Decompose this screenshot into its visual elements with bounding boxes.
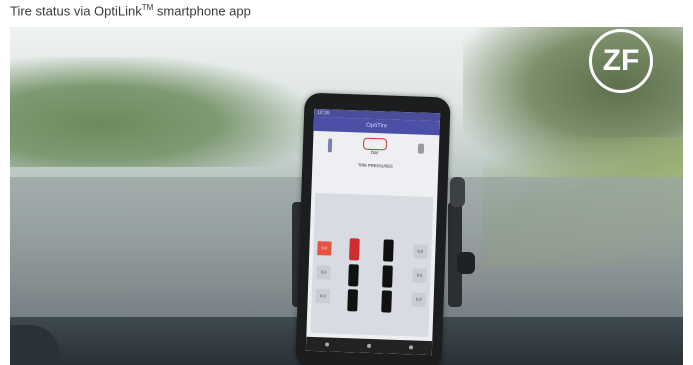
tire-tile [348,264,359,287]
wheel-label: 0.0 [315,289,330,304]
app-title: OptiTire [366,122,388,130]
summary-row: bar [313,131,440,163]
mount-knob [457,252,475,274]
wheel-label: 0.0 [412,268,427,283]
caption: Tire status via OptiLinkTM smartphone ap… [10,3,251,18]
tire-tile [382,265,393,288]
tire-tile [381,290,392,313]
recent-icon[interactable] [408,345,414,350]
back-icon[interactable] [324,342,330,347]
smartphone: 10:35 OptiTire bar TIRE PRESSURES 0.0 0.… [295,92,451,365]
thermometer-icon [328,138,333,153]
status-time: 10:35 [317,109,330,117]
trees-left [10,57,310,167]
caption-text: Tire status via OptiLink [10,3,142,19]
pressure-unit: bar [371,149,379,157]
zf-logo: ZF [589,29,653,93]
car-alert-icon [362,137,388,151]
tire-tile [382,239,394,262]
logo-text: ZF [602,44,640,77]
suction-cup [450,177,465,207]
tire-grid: 0.0 0.0 0.0 0.0 0.0 0.0 [310,192,434,337]
android-nav-bar [305,336,433,356]
wheel-label: 0.0 [317,241,332,256]
tire-tile [347,289,359,312]
battery-icon [417,143,424,154]
trademark: TM [141,3,154,12]
phone-screen: 10:35 OptiTire bar TIRE PRESSURES 0.0 0.… [305,108,441,356]
wheel-label: 0.0 [316,265,331,280]
wheel-label: 0.0 [411,292,426,307]
tire-tile-alert [349,238,360,261]
caption-suffix: smartphone app [153,3,251,19]
wheel-label: 0.0 [413,244,428,259]
home-icon[interactable] [366,343,372,348]
photo: ZF 10:35 OptiTire bar TIRE PRESSURES 0.0… [10,27,683,365]
